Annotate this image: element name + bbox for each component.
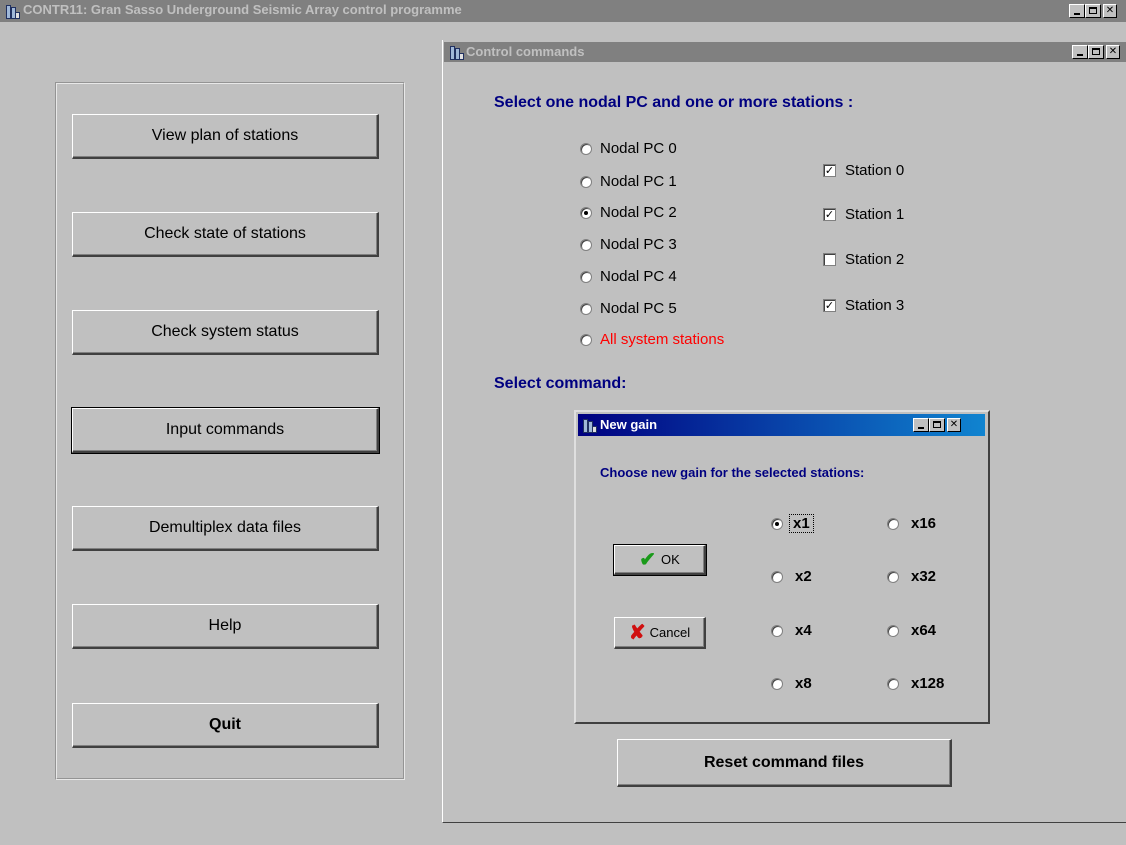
minimize-icon[interactable]	[1069, 4, 1085, 18]
radio-indicator	[580, 270, 592, 283]
gain-window-icon	[582, 418, 597, 433]
station-3-checkbox[interactable]: ✓ Station 3	[823, 297, 904, 314]
radio-indicator	[580, 302, 592, 315]
minimize-icon[interactable]	[913, 418, 929, 432]
nodal-pc-label: Nodal PC 1	[600, 173, 677, 190]
control-window-icon	[449, 45, 464, 60]
nodal-pc-3-radio[interactable]: Nodal PC 3	[580, 236, 677, 253]
nodal-pc-label: Nodal PC 2	[600, 204, 677, 221]
station-label: Station 3	[845, 297, 905, 314]
app-title-bar[interactable]: CONTR11: Gran Sasso Underground Seismic …	[0, 0, 1126, 22]
help-button[interactable]: Help	[72, 604, 379, 649]
radio-indicator	[580, 142, 592, 155]
app-title: CONTR11: Gran Sasso Underground Seismic …	[23, 2, 462, 17]
station-label: Station 2	[845, 251, 905, 268]
check-icon: ✔	[639, 548, 656, 571]
gain-x16-radio[interactable]: x16	[887, 515, 936, 532]
radio-indicator	[771, 517, 783, 530]
gain-x4-radio[interactable]: x4	[771, 622, 812, 639]
station-label: Station 0	[845, 162, 905, 179]
radio-indicator	[887, 677, 899, 690]
nodal-pc-5-radio[interactable]: Nodal PC 5	[580, 300, 677, 317]
control-title-bar[interactable]: Control commands ✕	[444, 42, 1126, 62]
command-heading: Select command:	[494, 375, 627, 392]
ok-button[interactable]: ✔ OK	[613, 544, 707, 576]
app-icon	[5, 4, 20, 19]
input-commands-button[interactable]: Input commands	[71, 407, 380, 454]
nodal-pc-0-radio[interactable]: Nodal PC 0	[580, 140, 677, 157]
close-icon[interactable]: ✕	[1103, 4, 1117, 18]
control-window-title: Control commands	[466, 44, 585, 59]
gain-x8-radio[interactable]: x8	[771, 675, 812, 692]
checkbox-empty	[823, 253, 836, 266]
quit-button[interactable]: Quit	[72, 703, 379, 748]
gain-x2-radio[interactable]: x2	[771, 568, 812, 585]
cancel-label: Cancel	[649, 625, 691, 640]
nodal-pc-2-radio[interactable]: Nodal PC 2	[580, 204, 677, 221]
nodal-pc-4-radio[interactable]: Nodal PC 4	[580, 268, 677, 285]
gain-label: x32	[911, 568, 937, 585]
gain-x64-radio[interactable]: x64	[887, 622, 936, 639]
radio-indicator	[771, 624, 783, 637]
station-2-checkbox[interactable]: Station 2	[823, 251, 904, 268]
check-state-button[interactable]: Check state of stations	[72, 212, 379, 257]
minimize-icon[interactable]	[1072, 45, 1088, 59]
radio-indicator	[887, 517, 899, 530]
radio-indicator	[771, 677, 783, 690]
maximize-icon[interactable]	[1088, 45, 1104, 59]
gain-dialog-title: New gain	[600, 417, 658, 432]
radio-indicator	[580, 238, 592, 251]
checkmark-icon: ✓	[823, 164, 836, 177]
view-plan-button[interactable]: View plan of stations	[72, 114, 379, 159]
checkmark-icon: ✓	[823, 299, 836, 312]
gain-x128-radio[interactable]: x128	[887, 675, 944, 692]
gain-label: x64	[911, 622, 937, 639]
gain-label: x16	[911, 515, 937, 532]
radio-indicator	[887, 624, 899, 637]
maximize-icon[interactable]	[929, 418, 945, 432]
gain-title-bar[interactable]: New gain ✕	[578, 414, 985, 436]
station-0-checkbox[interactable]: ✓ Station 0	[823, 162, 904, 179]
all-system-stations-radio[interactable]: All system stations	[580, 331, 724, 348]
nodal-pc-label: Nodal PC 0	[600, 140, 677, 157]
reset-command-files-button[interactable]: Reset command files	[617, 739, 952, 787]
nodal-pc-1-radio[interactable]: Nodal PC 1	[580, 173, 677, 190]
close-icon[interactable]: ✕	[1106, 45, 1120, 59]
gain-label: x2	[795, 568, 812, 585]
nodal-pc-label: Nodal PC 4	[600, 268, 677, 285]
demultiplex-button[interactable]: Demultiplex data files	[72, 506, 379, 551]
maximize-icon[interactable]	[1085, 4, 1101, 18]
gain-label: x1	[789, 514, 814, 533]
close-icon[interactable]: ✕	[947, 418, 961, 432]
radio-indicator	[580, 333, 592, 346]
cancel-button[interactable]: ✘ Cancel	[614, 617, 706, 649]
radio-indicator	[887, 570, 899, 583]
x-icon: ✘	[628, 621, 646, 644]
nodal-pc-label: Nodal PC 5	[600, 300, 677, 317]
select-heading: Select one nodal PC and one or more stat…	[494, 94, 854, 111]
station-label: Station 1	[845, 206, 905, 223]
radio-indicator	[771, 570, 783, 583]
ok-label: OK	[660, 552, 680, 567]
radio-indicator	[580, 175, 592, 188]
radio-indicator	[580, 206, 592, 219]
gain-label: x128	[911, 675, 945, 692]
all-system-stations-label: All system stations	[600, 331, 725, 348]
gain-x1-radio[interactable]: x1	[771, 514, 814, 533]
station-1-checkbox[interactable]: ✓ Station 1	[823, 206, 904, 223]
gain-prompt: Choose new gain for the selected station…	[600, 465, 865, 480]
check-system-status-button[interactable]: Check system status	[72, 310, 379, 355]
gain-label: x8	[795, 675, 812, 692]
gain-x32-radio[interactable]: x32	[887, 568, 936, 585]
nodal-pc-label: Nodal PC 3	[600, 236, 677, 253]
checkmark-icon: ✓	[823, 208, 836, 221]
gain-label: x4	[795, 622, 812, 639]
